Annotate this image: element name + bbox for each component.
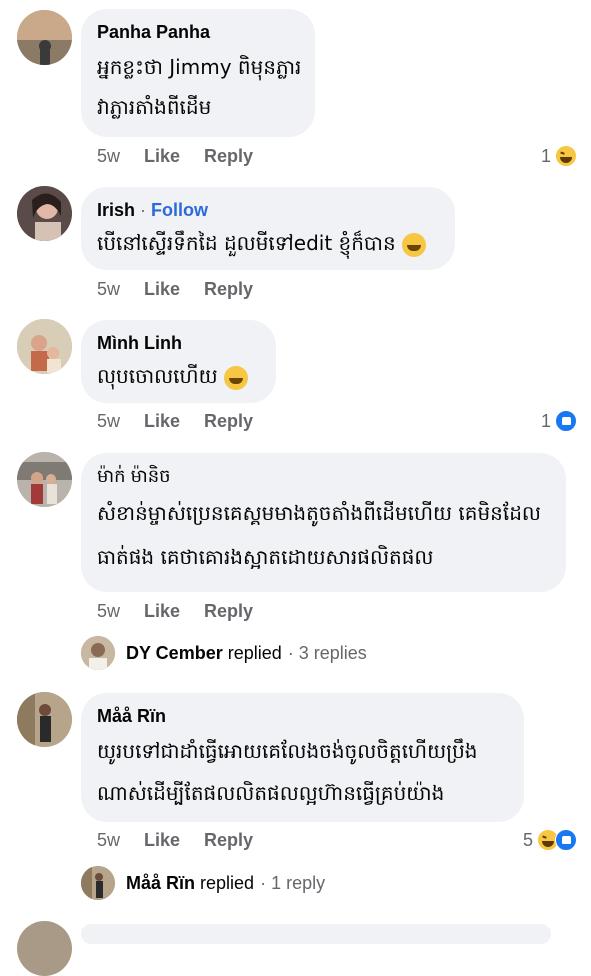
comment-author[interactable]: Mình Linh — [97, 331, 260, 355]
separator-dot: · — [287, 642, 294, 663]
reply-button[interactable]: Reply — [204, 279, 253, 300]
comment-bubble — [81, 924, 551, 944]
comment-bubble: Måå Rïn យូរបទៅជាដាំធ្វើអោយគេលែងចង់ចូលចិត… — [81, 693, 524, 822]
replied-label: replied — [227, 642, 282, 663]
sweat-smile-emoji-icon — [401, 232, 426, 257]
reaction-summary[interactable]: 1 — [541, 408, 577, 434]
comment-text-line: ណាស់ដើម្បីតែផលលិតផលល្អហ៊ានធ្វើគ្រប់យ៉ាង — [97, 781, 445, 805]
comment-actions: 5w Like Reply — [97, 143, 253, 169]
follow-button[interactable]: Follow — [151, 200, 208, 220]
like-button[interactable]: Like — [144, 279, 180, 300]
comment-text-line: ធាត់ផង គេថាគោរងស្អាតដោយសារផលិតផល — [97, 545, 434, 569]
comment-author[interactable]: ម៉ាក់ ម៉ានិច — [97, 464, 550, 488]
avatar[interactable] — [17, 319, 72, 374]
reply-count: 3 replies — [298, 642, 367, 663]
comment-text: លុបចោលហើយ — [97, 364, 218, 388]
comment-author[interactable]: Panha Panha — [97, 20, 299, 44]
separator-dot: · — [140, 200, 147, 220]
reply-button[interactable]: Reply — [204, 830, 253, 851]
comment-text-line: សំខាន់ម្ចាស់ប្រេនគេស្គមមាងតូចតាំងពីដើមហើ… — [97, 501, 541, 525]
comment-author-row: Irish · Follow — [97, 198, 439, 222]
grin-emoji-icon — [223, 365, 248, 390]
like-reaction-icon — [555, 829, 577, 851]
like-button[interactable]: Like — [144, 411, 180, 432]
comment-actions: 5w Like Reply — [97, 598, 253, 624]
reply-button[interactable]: Reply — [204, 146, 253, 167]
avatar — [81, 866, 115, 900]
comment-time[interactable]: 5w — [97, 146, 120, 167]
reply-button[interactable]: Reply — [204, 411, 253, 432]
comment-actions: 5w Like Reply — [97, 408, 253, 434]
like-button[interactable]: Like — [144, 601, 180, 622]
comment-bubble: Panha Panha អ្នកខ្លះថា Jimmy ពិមុនភ្លារ … — [81, 9, 315, 137]
haha-icon — [555, 145, 577, 167]
replies-link[interactable]: Måå Rïn replied · 1 reply — [81, 866, 325, 900]
comment-text-line: វាភ្លារតាំងពីដើម — [97, 95, 212, 119]
comment-author[interactable]: Irish — [97, 200, 135, 220]
avatar[interactable] — [17, 921, 72, 976]
avatar[interactable] — [17, 10, 72, 65]
comment-text-line: លុបចោលហើយ — [97, 355, 260, 397]
avatar[interactable] — [17, 692, 72, 747]
reaction-count: 1 — [540, 145, 551, 166]
avatar — [81, 636, 115, 670]
avatar[interactable] — [17, 452, 72, 507]
avatar[interactable] — [17, 186, 72, 241]
replies-link[interactable]: DY Cember replied · 3 replies — [81, 636, 367, 670]
reply-button[interactable]: Reply — [204, 601, 253, 622]
reply-author: Måå Rïn — [126, 872, 196, 893]
reaction-count: 1 — [540, 410, 551, 431]
comment-text-line: បើនៅស្ទើរទឹកដៃ ដួលមីទៅedit ខ្ញុំក៏បាន — [97, 222, 439, 264]
comment-actions: 5w Like Reply — [97, 276, 253, 302]
replied-label: replied — [200, 872, 255, 893]
comment-time[interactable]: 5w — [97, 830, 120, 851]
comment-actions: 5w Like Reply — [97, 827, 253, 853]
reaction-count: 5 — [522, 829, 533, 850]
comment-text: បើនៅស្ទើរទឹកដៃ ដួលមីទៅedit ខ្ញុំក៏បាន — [97, 231, 396, 255]
comment-bubble: Mình Linh លុបចោលហើយ — [81, 320, 276, 403]
comment-bubble: ម៉ាក់ ម៉ានិច សំខាន់ម្ចាស់ប្រេនគេស្គមមាងត… — [81, 453, 566, 592]
like-reaction-icon — [555, 410, 577, 432]
comment-text-line: យូរបទៅជាដាំធ្វើអោយគេលែងចង់ចូលចិត្តហើយប្រ… — [97, 739, 478, 763]
comment-time[interactable]: 5w — [97, 411, 120, 432]
separator-dot: · — [260, 872, 267, 893]
comment-time[interactable]: 5w — [97, 601, 120, 622]
reaction-summary[interactable]: 5 — [523, 827, 577, 853]
comment-time[interactable]: 5w — [97, 279, 120, 300]
comment-bubble: Irish · Follow បើនៅស្ទើរទឹកដៃ ដួលមីទៅedi… — [81, 187, 455, 270]
reply-count: 1 reply — [271, 872, 326, 893]
comment-author[interactable]: Måå Rïn — [97, 704, 508, 728]
like-button[interactable]: Like — [144, 830, 180, 851]
reply-author: DY Cember — [126, 642, 223, 663]
like-button[interactable]: Like — [144, 146, 180, 167]
comment-text-line: អ្នកខ្លះថា Jimmy ពិមុនភ្លារ — [97, 55, 302, 79]
reaction-summary[interactable]: 1 — [541, 143, 577, 169]
